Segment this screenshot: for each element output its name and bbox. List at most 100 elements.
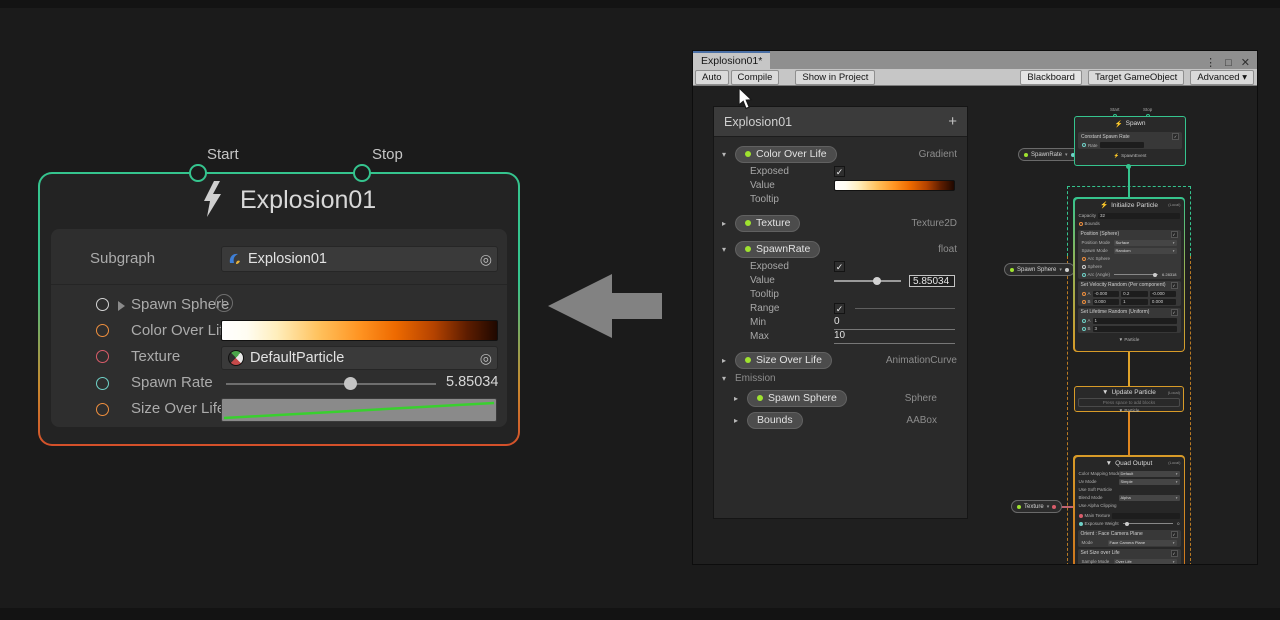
constant-spawn-rate-block[interactable]: Constant Spawn Rate✓ Rate	[1078, 132, 1182, 149]
param-pill[interactable]: Bounds	[747, 412, 803, 429]
block-enabled-checkbox[interactable]: ✓	[1171, 282, 1178, 289]
param-row-bounds[interactable]: ▸ Bounds AABox	[734, 411, 957, 429]
value-slider-thumb[interactable]	[873, 277, 881, 285]
close-icon[interactable]: ✕	[1241, 56, 1250, 69]
stop-port[interactable]	[353, 164, 371, 182]
compile-button[interactable]: Compile	[731, 70, 780, 85]
az-field[interactable]: -0.000	[1150, 291, 1177, 297]
main-texture-field[interactable]	[1112, 513, 1179, 519]
param-out-port[interactable]	[1052, 505, 1056, 509]
exposure-slider-track[interactable]	[1123, 523, 1174, 524]
ay-field[interactable]: 0.2	[1121, 291, 1148, 297]
param-out-port[interactable]	[1065, 268, 1069, 272]
param-pill[interactable]: Size Over Life	[735, 352, 832, 369]
target-gameobject-button[interactable]: Target GameObject	[1088, 70, 1184, 85]
param-row-spawn-sphere[interactable]: ▸ Spawn Sphere Sphere	[734, 389, 957, 407]
arc-angle-value[interactable]: 6.28318	[1162, 272, 1176, 277]
texture-port[interactable]	[96, 350, 109, 363]
spawn-mode-dropdown[interactable]: Random▾	[1114, 248, 1177, 254]
capacity-field[interactable]: 32	[1098, 213, 1179, 219]
main-texture-port[interactable]	[1079, 514, 1083, 518]
spawn-node[interactable]: ⚡Spawn Constant Spawn Rate✓ Rate ⚡SpawnE…	[1074, 116, 1186, 166]
color-over-life-port[interactable]	[96, 324, 109, 337]
arc-sphere-port[interactable]	[1082, 257, 1086, 261]
add-blocks-placeholder[interactable]: Press space to add blocks	[1078, 398, 1180, 407]
param-pill[interactable]: Texture	[735, 215, 800, 232]
b-port[interactable]	[1082, 327, 1086, 331]
param-node-spawn-sphere[interactable]: Spawn Sphere ▾	[1004, 263, 1075, 276]
sample-mode-dropdown[interactable]: Over Life▾	[1114, 559, 1177, 565]
rate-port[interactable]	[1082, 143, 1086, 147]
b-port[interactable]	[1082, 300, 1086, 304]
spawn-rate-port[interactable]	[96, 377, 109, 390]
exposed-checkbox[interactable]: ✓	[834, 166, 845, 177]
blend-mode-dropdown[interactable]: Alpha▾	[1119, 495, 1180, 501]
spawn-rate-slider-thumb[interactable]	[344, 377, 357, 390]
arc-angle-port[interactable]	[1082, 273, 1086, 277]
value-input[interactable]: 5.85034	[909, 275, 955, 287]
blackboard-button[interactable]: Blackboard	[1020, 70, 1082, 85]
set-size-block[interactable]: Set Size over Life✓ Sample ModeOver Life…	[1078, 549, 1181, 565]
param-row-texture[interactable]: ▸ Texture Texture2D	[722, 214, 957, 232]
size-over-life-port[interactable]	[96, 403, 109, 416]
mode-dropdown[interactable]: Face Camera Plane▾	[1108, 540, 1177, 546]
graph-canvas[interactable]: Explosion01 + ▾ Color Over Life Gradient…	[693, 86, 1257, 564]
bz-field[interactable]: 0.000	[1150, 299, 1177, 305]
chevron-right-icon[interactable]: ▸	[734, 416, 747, 425]
param-node-texture[interactable]: Texture ▾	[1011, 500, 1062, 513]
category-emission[interactable]: ▾ Emission	[722, 371, 957, 385]
gradient-field[interactable]	[221, 320, 498, 341]
set-velocity-block[interactable]: Set Velocity Random (Per component)✓ A-0…	[1078, 281, 1181, 306]
spawn-sphere-port[interactable]	[96, 298, 109, 311]
update-node[interactable]: ▼Update Particle(Local) Press space to a…	[1074, 386, 1184, 412]
chevron-down-icon[interactable]: ▾	[722, 374, 735, 383]
tab-explosion01[interactable]: Explosion01*	[693, 51, 770, 69]
arc-slider-thumb[interactable]	[1153, 273, 1157, 277]
spawn-rate-slider-track[interactable]	[226, 383, 436, 385]
arc-slider-track[interactable]	[1114, 274, 1158, 275]
chevron-right-icon[interactable]: ▸	[722, 219, 735, 228]
maximize-icon[interactable]: □	[1225, 57, 1232, 69]
expand-triangle-icon[interactable]	[118, 301, 125, 311]
param-pill[interactable]: Color Over Life	[735, 146, 837, 163]
exposure-value[interactable]: 0	[1177, 521, 1179, 526]
exposure-slider-thumb[interactable]	[1125, 522, 1129, 526]
spawn-rate-value[interactable]: 5.85034	[446, 374, 498, 390]
param-row-color-over-life[interactable]: ▾ Color Over Life Gradient	[722, 145, 957, 163]
param-row-size-over-life[interactable]: ▸ Size Over Life AnimationCurve	[722, 351, 957, 369]
blackboard-header[interactable]: Explosion01 +	[714, 107, 967, 137]
value-slider-track[interactable]	[834, 280, 901, 282]
position-sphere-block[interactable]: Position (Sphere)✓ Position ModeSurface▾…	[1078, 230, 1181, 279]
block-enabled-checkbox[interactable]: ✓	[1171, 231, 1178, 238]
min-input[interactable]: 0	[834, 316, 955, 330]
start-port[interactable]	[189, 164, 207, 182]
ax-field[interactable]: -0.000	[1093, 291, 1120, 297]
by-field[interactable]: 1	[1121, 299, 1148, 305]
auto-button[interactable]: Auto	[695, 70, 729, 85]
quad-output-node[interactable]: ▼Quad Output(Local) Color Mapping ModeDe…	[1075, 457, 1184, 565]
block-enabled-checkbox[interactable]: ✓	[1171, 531, 1178, 538]
a-port[interactable]	[1082, 292, 1086, 296]
show-in-project-button[interactable]: Show in Project	[795, 70, 875, 85]
orient-block[interactable]: Orient : Face Camera Plane✓ ModeFace Cam…	[1078, 530, 1181, 547]
rate-field[interactable]	[1100, 142, 1144, 148]
block-enabled-checkbox[interactable]: ✓	[1172, 133, 1179, 140]
color-mapping-dropdown[interactable]: Default▾	[1119, 471, 1180, 477]
texture-field[interactable]: DefaultParticle ◎	[221, 346, 498, 370]
position-mode-dropdown[interactable]: Surface▾	[1114, 240, 1177, 246]
block-enabled-checkbox[interactable]: ✓	[1171, 309, 1178, 316]
spawn-out-port[interactable]	[1126, 164, 1131, 169]
param-pill[interactable]: Spawn Sphere	[747, 390, 847, 407]
param-node-spawnrate[interactable]: SpawnRate ▾	[1018, 148, 1081, 161]
a-field[interactable]: 1	[1093, 318, 1177, 324]
exposure-port[interactable]	[1079, 522, 1083, 526]
param-row-spawnrate[interactable]: ▾ SpawnRate float	[722, 240, 957, 258]
gradient-value-field[interactable]	[834, 180, 955, 191]
a-port[interactable]	[1082, 319, 1086, 323]
advanced-dropdown[interactable]: Advanced ▾	[1190, 70, 1254, 85]
set-lifetime-block[interactable]: Set Lifetime Random (Uniform)✓ A1 B3	[1078, 308, 1181, 333]
exposed-checkbox[interactable]: ✓	[834, 261, 845, 272]
chevron-down-icon[interactable]: ▾	[722, 150, 735, 159]
object-picker-icon[interactable]: ◎	[480, 350, 492, 367]
chevron-right-icon[interactable]: ▸	[734, 394, 747, 403]
